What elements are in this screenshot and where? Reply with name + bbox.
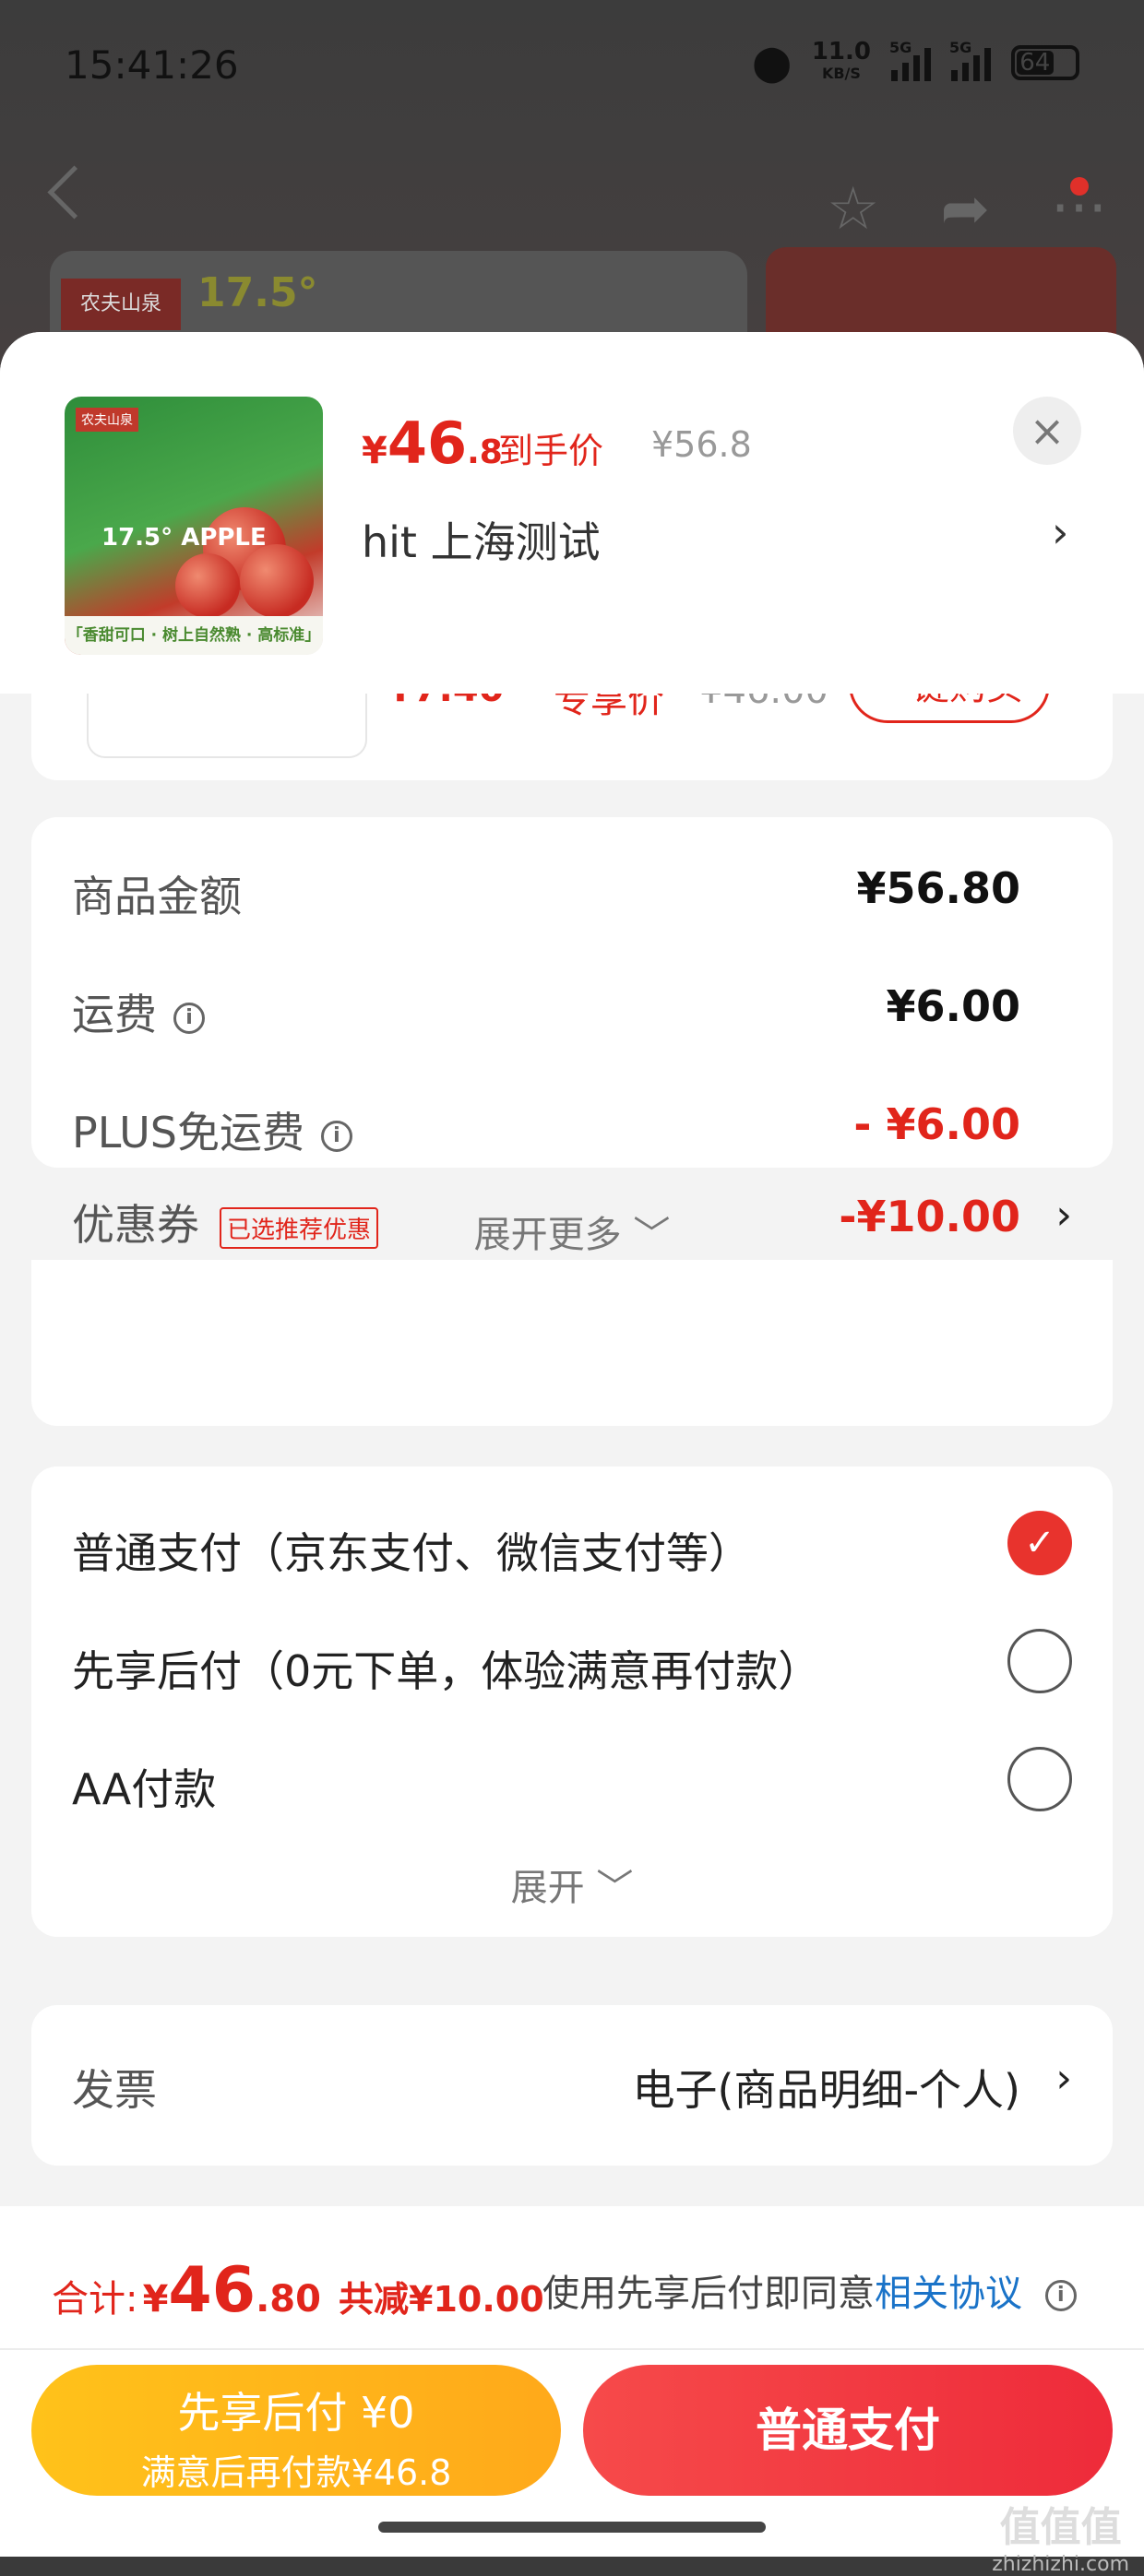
delivery-address[interactable]: hit 上海测试: [362, 509, 601, 570]
info-icon[interactable]: i: [1044, 2280, 1077, 2311]
notification-dot: [1070, 177, 1089, 196]
payment-option-normal[interactable]: 普通支付（京东支付、微信支付等） ✓: [72, 1511, 1072, 1581]
status-time: 15:41:26: [65, 42, 239, 88]
bottom-action-bar: 合计: ¥46.80 共减¥10.00 使用先享后付即同意相关协议 i 先享后付…: [0, 2206, 1144, 2576]
payment-option-pay-later[interactable]: 先享后付（0元下单，体验满意再付款）: [72, 1629, 1072, 1699]
watermark: 值值值 zhizhizhi.com: [992, 2504, 1129, 2576]
pay-later-button[interactable]: 先享后付 ¥0 满意后再付款¥46.8: [31, 2365, 561, 2496]
home-indicator[interactable]: [378, 2522, 766, 2533]
brand-number: 17.5°: [197, 269, 318, 316]
checked-icon[interactable]: ✓: [1007, 1511, 1072, 1575]
invoice-card[interactable]: 发票 电子(商品明细-个人) ›: [31, 2005, 1113, 2166]
invoice-label: 发票: [72, 2065, 157, 2115]
final-price-label: 到手价: [498, 431, 604, 471]
expand-more-button[interactable]: 展开更多 ﹀: [31, 1205, 1113, 1258]
payment-option-aa[interactable]: AA付款: [72, 1747, 1072, 1817]
battery-icon: 64: [1011, 45, 1079, 80]
product-image: 农夫山泉 17.5° APPLE 「香甜可口 · 树上自然熟 · 高标准」: [65, 397, 323, 655]
agreement-text: 使用先享后付即同意相关协议 i: [542, 2263, 1077, 2317]
background-page: 15:41:26 ⬤ 11.0 KB/S 5G 5G 64 ☆ ➦ ··· 农夫山…: [0, 0, 1144, 398]
radio-unchecked[interactable]: [1007, 1747, 1072, 1811]
payment-options-card: 普通支付（京东支付、微信支付等） ✓ 先享后付（0元下单，体验满意再付款） AA…: [31, 1466, 1113, 1937]
signal-icon-2: 5G: [949, 39, 991, 81]
share-icon[interactable]: ➦: [940, 175, 990, 243]
agreement-link[interactable]: 相关协议: [875, 2273, 1022, 2315]
summary-expand-area: 展开更多 ﹀: [31, 1214, 1113, 1426]
status-icons: ⬤ 11.0 KB/S 5G 5G 64: [752, 38, 1079, 85]
invoice-value: 电子(商品明细-个人): [632, 2065, 1021, 2115]
location-icon: ⬤: [752, 42, 792, 83]
net-speed: 11.0 KB/S: [811, 38, 871, 82]
chevron-right-icon[interactable]: ›: [1052, 507, 1068, 557]
order-total: 合计: ¥46.80 共减¥10.00: [52, 2254, 544, 2327]
expand-payment-button[interactable]: 展开 ﹀: [31, 1858, 1113, 1911]
product-header: 农夫山泉 17.5° APPLE 「香甜可口 · 树上自然熟 · 高标准」 ¥4…: [0, 332, 1144, 694]
total-savings: 共减¥10.00: [339, 2279, 544, 2320]
favorite-icon[interactable]: ☆: [827, 175, 879, 243]
radio-unchecked[interactable]: [1007, 1629, 1072, 1693]
close-button[interactable]: ×: [1013, 397, 1081, 465]
normal-pay-button[interactable]: 普通支付: [583, 2365, 1113, 2496]
back-icon[interactable]: [47, 165, 101, 220]
divider: [0, 2348, 1144, 2350]
signal-icon: 5G: [889, 39, 931, 81]
chevron-right-icon[interactable]: ›: [1055, 2055, 1072, 2102]
brand-logo: 农夫山泉: [61, 279, 181, 330]
original-price: ¥56.8: [651, 424, 752, 465]
final-price: ¥46.8: [362, 410, 503, 477]
